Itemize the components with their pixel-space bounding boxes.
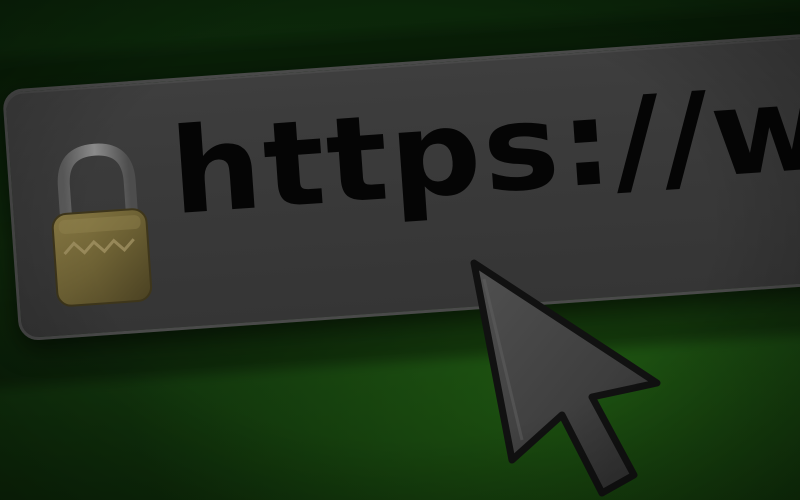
url-text: https://www [166, 40, 800, 242]
browser-closeup-scene: https://www [0, 0, 800, 500]
padlock-icon [51, 143, 153, 307]
mouse-pointer-icon [470, 259, 661, 497]
